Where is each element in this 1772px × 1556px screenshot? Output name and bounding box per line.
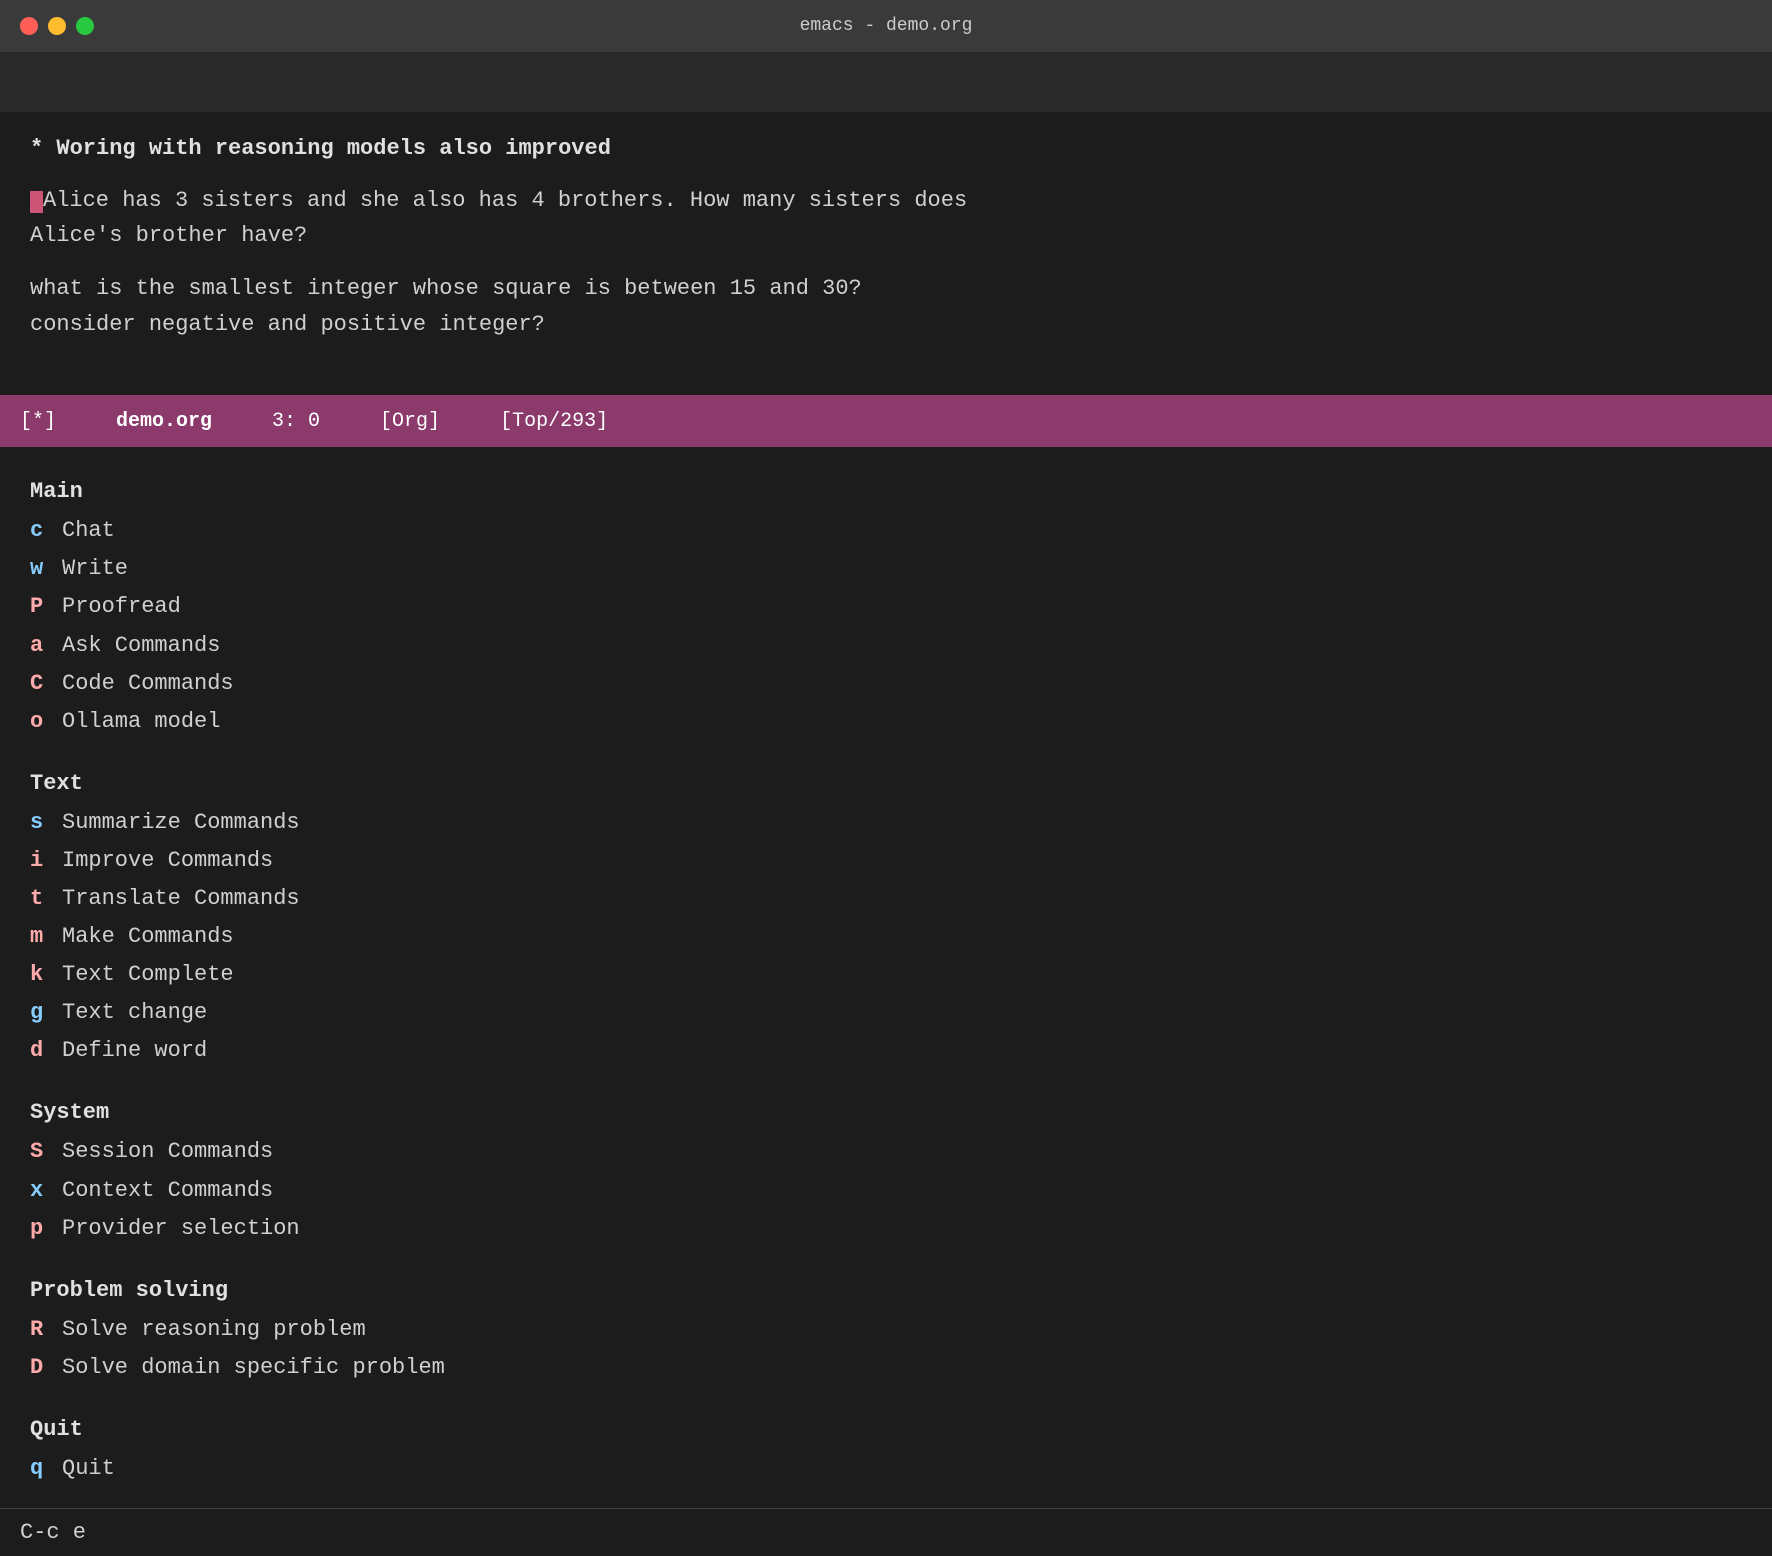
menu-spacer (30, 1070, 1742, 1088)
menu-item-key: q (30, 1452, 62, 1486)
menu-item-label: Quit (62, 1452, 115, 1486)
menu-item-label: Improve Commands (62, 844, 273, 878)
menu-item-label: Ollama model (62, 705, 220, 739)
menu-item[interactable]: CCode Commands (30, 665, 1742, 703)
menu-item-key: D (30, 1351, 62, 1385)
menu-item-key: d (30, 1034, 62, 1068)
editor-area[interactable]: * Woring with reasoning models also impr… (0, 112, 1772, 395)
status-bar: [*] demo.org 3: 0 [Org] [Top/293] (0, 395, 1772, 447)
menu-item-label: Chat (62, 514, 115, 548)
menu-item-label: Summarize Commands (62, 806, 300, 840)
menu-area: MaincChatwWritePProofreadaAsk CommandsCC… (0, 447, 1772, 1508)
cursor (30, 191, 43, 213)
menu-item-label: Text change (62, 996, 207, 1030)
window-title: emacs - demo.org (800, 16, 973, 36)
menu-item[interactable]: mMake Commands (30, 918, 1742, 956)
menu-item-key: C (30, 667, 62, 701)
menu-item[interactable]: gText change (30, 994, 1742, 1032)
menu-item-label: Context Commands (62, 1174, 273, 1208)
menu-item[interactable]: kText Complete (30, 956, 1742, 994)
paragraph2: what is the smallest integer whose squar… (30, 271, 1742, 341)
menu-item-label: Write (62, 552, 128, 586)
menu-item-label: Ask Commands (62, 629, 220, 663)
menu-item-key: s (30, 806, 62, 840)
status-mode: [Org] (380, 410, 440, 433)
menu-item-key: g (30, 996, 62, 1030)
top-bar (0, 52, 1772, 112)
heading-line: * Woring with reasoning models also impr… (30, 132, 1742, 165)
menu-item-key: R (30, 1313, 62, 1347)
menu-item-label: Code Commands (62, 667, 234, 701)
menu-item-key: c (30, 514, 62, 548)
menu-item-label: Solve domain specific problem (62, 1351, 445, 1385)
menu-item[interactable]: sSummarize Commands (30, 804, 1742, 842)
menu-item[interactable]: iImprove Commands (30, 842, 1742, 880)
menu-item[interactable]: qQuit (30, 1450, 1742, 1488)
menu-item-key: p (30, 1212, 62, 1246)
menu-section-title: Text (30, 771, 1742, 796)
menu-item[interactable]: cChat (30, 512, 1742, 550)
title-bar: emacs - demo.org (0, 0, 1772, 52)
minibuffer: C-c e (0, 1508, 1772, 1556)
minibuffer-text: C-c e (20, 1520, 86, 1545)
menu-item-label: Session Commands (62, 1135, 273, 1169)
menu-item[interactable]: pProvider selection (30, 1210, 1742, 1248)
menu-item[interactable]: aAsk Commands (30, 627, 1742, 665)
menu-section-title: Problem solving (30, 1278, 1742, 1303)
menu-item-label: Translate Commands (62, 882, 300, 916)
menu-item-label: Make Commands (62, 920, 234, 954)
menu-item-key: k (30, 958, 62, 992)
menu-item[interactable]: dDefine word (30, 1032, 1742, 1070)
menu-item-label: Solve reasoning problem (62, 1313, 366, 1347)
menu-item-key: o (30, 705, 62, 739)
status-modified: [*] (20, 410, 56, 433)
menu-section-title: System (30, 1100, 1742, 1125)
menu-section-title: Main (30, 479, 1742, 504)
menu-item[interactable]: DSolve domain specific problem (30, 1349, 1742, 1387)
menu-item[interactable]: wWrite (30, 550, 1742, 588)
menu-item-key: S (30, 1135, 62, 1169)
maximize-button[interactable] (76, 17, 94, 35)
menu-item-key: t (30, 882, 62, 916)
menu-item-key: P (30, 590, 62, 624)
menu-spacer (30, 1387, 1742, 1405)
menu-item-label: Provider selection (62, 1212, 300, 1246)
status-filename: demo.org (116, 410, 212, 433)
menu-item-key: i (30, 844, 62, 878)
minimize-button[interactable] (48, 17, 66, 35)
menu-item-key: a (30, 629, 62, 663)
menu-item-label: Proofread (62, 590, 181, 624)
menu-section-title: Quit (30, 1417, 1742, 1442)
menu-item[interactable]: RSolve reasoning problem (30, 1311, 1742, 1349)
menu-item[interactable]: tTranslate Commands (30, 880, 1742, 918)
menu-item-label: Define word (62, 1034, 207, 1068)
close-button[interactable] (20, 17, 38, 35)
menu-item-key: w (30, 552, 62, 586)
menu-item[interactable]: PProofread (30, 588, 1742, 626)
status-scroll: [Top/293] (500, 410, 608, 433)
menu-item-key: m (30, 920, 62, 954)
menu-spacer (30, 1248, 1742, 1266)
window-controls (20, 17, 94, 35)
menu-item[interactable]: xContext Commands (30, 1172, 1742, 1210)
paragraph1: Alice has 3 sisters and she also has 4 b… (30, 183, 1742, 253)
menu-item-key: x (30, 1174, 62, 1208)
menu-item[interactable]: SSession Commands (30, 1133, 1742, 1171)
menu-item[interactable]: oOllama model (30, 703, 1742, 741)
menu-item-label: Text Complete (62, 958, 234, 992)
menu-spacer (30, 741, 1742, 759)
status-position: 3: 0 (272, 410, 320, 433)
